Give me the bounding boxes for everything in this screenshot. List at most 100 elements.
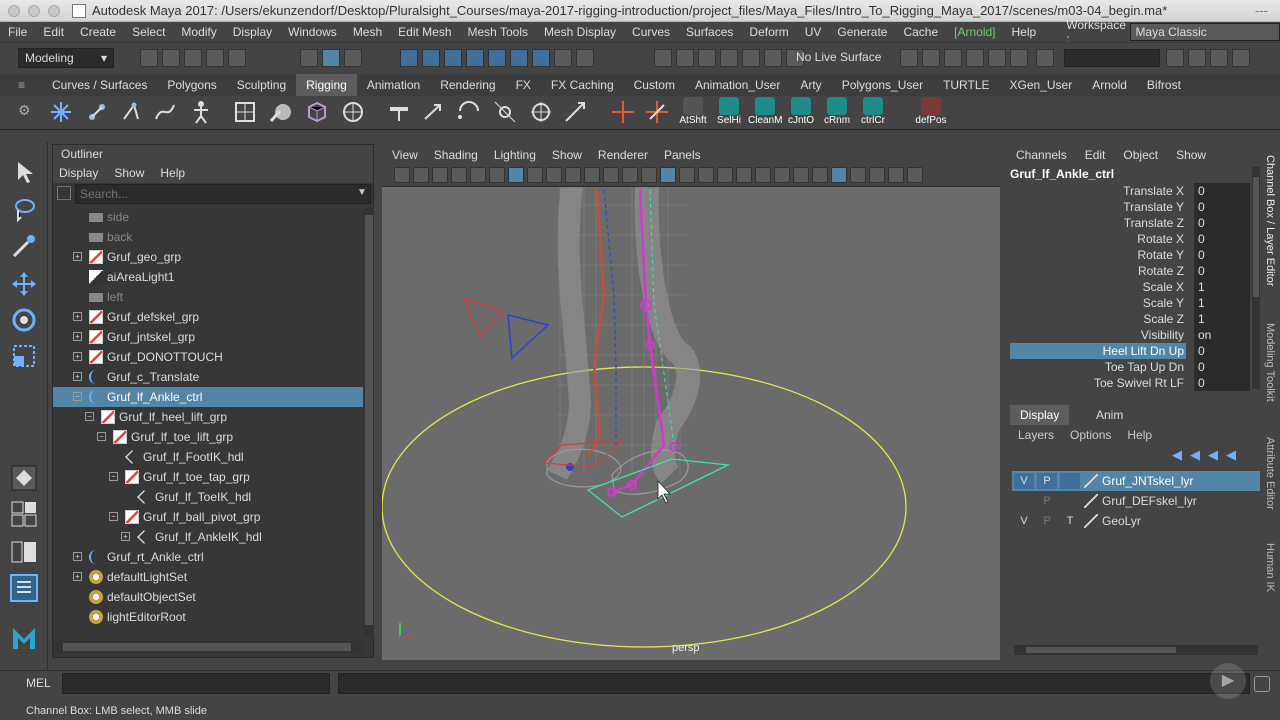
layer-color-swatch[interactable] bbox=[1084, 474, 1098, 488]
new-scene-icon[interactable] bbox=[140, 49, 158, 67]
menu-generate[interactable]: Generate bbox=[829, 25, 895, 39]
layer-horizontal-scrollbar[interactable] bbox=[1014, 645, 1258, 655]
wireframe-icon[interactable] bbox=[641, 167, 657, 183]
channel-menu-channels[interactable]: Channels bbox=[1016, 145, 1067, 165]
outliner-search-input[interactable] bbox=[75, 184, 371, 204]
shelf-button-defpos[interactable]: defPos bbox=[914, 97, 948, 129]
shelf-tab-arnold[interactable]: Arnold bbox=[1082, 74, 1137, 96]
channel-row-heel-lift-dn-up[interactable]: Heel Lift Dn Up 0 bbox=[1010, 343, 1250, 359]
smooth-shade-icon[interactable] bbox=[660, 167, 676, 183]
mask-joints-icon[interactable] bbox=[422, 49, 440, 67]
menu-help[interactable]: Help bbox=[1004, 25, 1045, 39]
collapse-icon[interactable]: − bbox=[109, 472, 118, 481]
construction-history-icon[interactable] bbox=[922, 49, 940, 67]
close-window-button[interactable] bbox=[8, 4, 20, 17]
shelf-tab-animation-user[interactable]: Animation_User bbox=[685, 74, 790, 96]
side-tab-human-ik[interactable]: Human IK bbox=[1264, 543, 1276, 592]
outliner-row-gruf-c-translate[interactable]: + Gruf_c_Translate bbox=[53, 367, 363, 387]
outliner-row-defaultlightset[interactable]: + defaultLightSet bbox=[53, 567, 363, 587]
ik-handle-tool-icon[interactable] bbox=[118, 99, 144, 125]
open-scene-icon[interactable] bbox=[162, 49, 180, 67]
rotate-tool-icon[interactable] bbox=[10, 306, 38, 334]
layer-playback-toggle[interactable]: P bbox=[1037, 473, 1057, 489]
shelf-tab-fx-caching[interactable]: FX Caching bbox=[541, 74, 624, 96]
shelf-tab-custom[interactable]: Custom bbox=[624, 74, 685, 96]
lattice-icon[interactable] bbox=[304, 99, 330, 125]
layer-row-gruf-jntskel-lyr[interactable]: V P Gruf_JNTskel_lyr bbox=[1012, 471, 1260, 491]
gate-mask-icon[interactable] bbox=[565, 167, 581, 183]
undo-icon[interactable] bbox=[206, 49, 224, 67]
smooth-bind-icon[interactable] bbox=[232, 99, 258, 125]
channel-row-scale-z[interactable]: Scale Z 1 bbox=[1010, 311, 1250, 327]
cluster-icon[interactable] bbox=[340, 99, 366, 125]
menu-mesh-display[interactable]: Mesh Display bbox=[536, 25, 624, 39]
lasso-tool-icon[interactable] bbox=[10, 196, 38, 224]
tab-display[interactable]: Display bbox=[1010, 405, 1070, 425]
select-lasso-icon[interactable] bbox=[576, 49, 594, 67]
2d-pan-zoom-icon[interactable] bbox=[470, 167, 486, 183]
channel-value-field[interactable]: 0 bbox=[1194, 215, 1250, 231]
outliner-horizontal-scrollbar[interactable] bbox=[53, 641, 363, 653]
parent-constraint-icon[interactable] bbox=[456, 99, 482, 125]
gamma-icon[interactable] bbox=[907, 167, 923, 183]
orient-constraint-icon[interactable] bbox=[528, 99, 554, 125]
expand-icon[interactable]: + bbox=[73, 372, 82, 381]
layer-color-swatch[interactable] bbox=[1084, 494, 1098, 508]
outliner-vertical-scrollbar[interactable] bbox=[364, 207, 374, 637]
image-plane-icon[interactable] bbox=[451, 167, 467, 183]
persp-outliner-layout-icon[interactable] bbox=[10, 538, 38, 566]
resolution-gate-icon[interactable] bbox=[546, 167, 562, 183]
play-overlay-icon[interactable]: ▶ bbox=[1210, 663, 1246, 699]
select-component-icon[interactable] bbox=[344, 49, 362, 67]
outliner-row-gruf-defskel-grp[interactable]: + Gruf_defskel_grp bbox=[53, 307, 363, 327]
expand-icon[interactable]: + bbox=[73, 352, 82, 361]
shelf-button-atshft[interactable]: AtShft bbox=[676, 97, 710, 129]
isolate-select-icon[interactable] bbox=[812, 167, 828, 183]
outliner-menu-show[interactable]: Show bbox=[114, 163, 144, 183]
layer-playback-toggle[interactable]: P bbox=[1037, 493, 1057, 509]
move-layer-down-icon[interactable]: ◀ bbox=[1190, 447, 1200, 463]
menu-select[interactable]: Select bbox=[124, 25, 173, 39]
motion-blur-icon[interactable] bbox=[755, 167, 771, 183]
aim-constraint-icon[interactable] bbox=[562, 99, 588, 125]
anti-aliasing-icon[interactable] bbox=[774, 167, 790, 183]
channel-value-field[interactable]: 1 bbox=[1194, 311, 1250, 327]
select-hierarchy-icon[interactable] bbox=[300, 49, 318, 67]
mask-deformers-icon[interactable] bbox=[488, 49, 506, 67]
shadows-icon[interactable] bbox=[717, 167, 733, 183]
collapse-icon[interactable]: − bbox=[109, 512, 118, 521]
script-editor-icon[interactable] bbox=[1254, 676, 1270, 692]
shelf-tab-animation[interactable]: Animation bbox=[357, 74, 430, 96]
expand-icon[interactable]: + bbox=[73, 312, 82, 321]
outliner-row-gruf-lf-ankle-ctrl[interactable]: − Gruf_lf_Ankle_ctrl bbox=[53, 387, 363, 407]
move-layer-up-icon[interactable]: ◀ bbox=[1172, 447, 1182, 463]
safe-title-icon[interactable] bbox=[622, 167, 638, 183]
menu-create[interactable]: Create bbox=[72, 25, 124, 39]
collapse-icon[interactable]: − bbox=[97, 432, 106, 441]
outliner-row-gruf-lf-ankleik-hdl[interactable]: + Gruf_lf_AnkleIK_hdl bbox=[53, 527, 363, 547]
menu-edit[interactable]: Edit bbox=[35, 25, 72, 39]
viewport-menu-renderer[interactable]: Renderer bbox=[598, 145, 648, 165]
channel-value-field[interactable]: on bbox=[1194, 327, 1250, 343]
outliner-row-gruf-lf-toe-tap-grp[interactable]: − Gruf_lf_toe_tap_grp bbox=[53, 467, 363, 487]
menu-surfaces[interactable]: Surfaces bbox=[678, 25, 741, 39]
viewport-menu-lighting[interactable]: Lighting bbox=[494, 145, 536, 165]
layer-menu-layers[interactable]: Layers bbox=[1018, 425, 1054, 445]
snap-grid-icon[interactable] bbox=[654, 49, 672, 67]
outliner-menu-display[interactable]: Display bbox=[59, 163, 98, 183]
outliner-row-left[interactable]: left bbox=[53, 287, 363, 307]
shelf-tab-bifrost[interactable]: Bifrost bbox=[1137, 74, 1191, 96]
channel-value-field[interactable]: 0 bbox=[1194, 343, 1250, 359]
script-language-label[interactable]: MEL bbox=[26, 676, 51, 690]
channel-menu-object[interactable]: Object bbox=[1123, 145, 1158, 165]
channel-value-field[interactable]: 1 bbox=[1194, 279, 1250, 295]
snap-curve-icon[interactable] bbox=[676, 49, 694, 67]
paint-weights-icon[interactable] bbox=[268, 99, 294, 125]
new-layer-selected-icon[interactable]: ◀ bbox=[1208, 447, 1218, 463]
menu-mesh[interactable]: Mesh bbox=[345, 25, 390, 39]
channel-value-field[interactable]: 0 bbox=[1194, 263, 1250, 279]
lock-icon[interactable] bbox=[554, 49, 572, 67]
shelf-tab-sculpting[interactable]: Sculpting bbox=[227, 74, 296, 96]
expand-icon[interactable]: + bbox=[121, 532, 130, 541]
minimize-window-button[interactable] bbox=[28, 4, 40, 17]
